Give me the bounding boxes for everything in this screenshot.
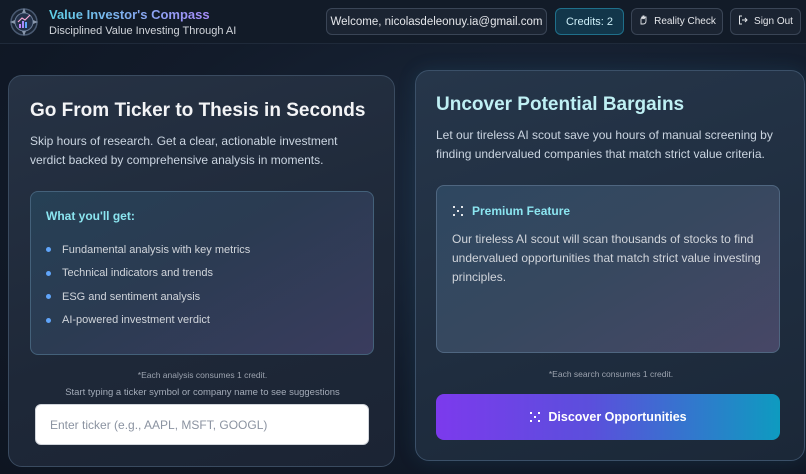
bargains-heading: Uncover Potential Bargains — [436, 94, 685, 115]
analysis-credit-note: *Each analysis consumes 1 credit. — [137, 370, 268, 380]
analysis-description: Skip hours of research. Get a clear, act… — [30, 134, 338, 167]
reality-check-label: Reality Check — [654, 16, 716, 27]
list-item: ESG and sentiment analysis — [46, 285, 250, 309]
sign-out-label: Sign Out — [754, 16, 793, 27]
bullet-dot-icon — [46, 270, 51, 276]
app-subtitle: Disciplined Value Investing Through AI — [49, 25, 237, 37]
app-header: Value Investor's Compass Disciplined Val… — [0, 0, 806, 44]
bullet-dot-icon — [46, 294, 51, 300]
feature-text: Fundamental analysis with key metrics — [62, 243, 251, 256]
sparkle-icon — [453, 206, 463, 216]
premium-title: Premium Feature — [452, 204, 570, 218]
ticker-hint: Start typing a ticker symbol or company … — [65, 387, 340, 398]
sign-out-button[interactable]: Sign Out — [730, 8, 801, 35]
credits-badge: Credits: 2 — [555, 8, 624, 35]
discover-button-label: Discover Opportunities — [548, 410, 687, 424]
discover-opportunities-button[interactable]: Discover Opportunities — [436, 394, 780, 440]
list-item: Technical indicators and trends — [46, 262, 250, 286]
feature-text: Technical indicators and trends — [62, 267, 214, 280]
bullet-dot-icon — [46, 317, 51, 323]
premium-feature-box: Premium Feature Our tireless AI scout wi… — [436, 185, 780, 353]
list-item: AI-powered investment verdict — [46, 309, 250, 333]
premium-title-text: Premium Feature — [472, 204, 571, 218]
hand-icon — [638, 15, 648, 28]
search-credit-note: *Each search consumes 1 credit. — [548, 369, 674, 379]
welcome-user-badge: Welcome, nicolasdeleonuy.ia@gmail.com — [326, 8, 547, 35]
feature-text: ESG and sentiment analysis — [62, 290, 201, 303]
sparkle-icon — [530, 412, 541, 422]
features-list: Fundamental analysis with key metrics Te… — [46, 238, 250, 332]
app-title: Value Investor's Compass — [49, 7, 210, 22]
reality-check-button[interactable]: Reality Check — [631, 8, 723, 35]
feature-text: AI-powered investment verdict — [62, 314, 210, 327]
bargains-card: Uncover Potential Bargains Let our tirel… — [415, 70, 805, 461]
analysis-heading: Go From Ticker to Thesis in Seconds — [30, 100, 366, 121]
features-box: What you'll get: Fundamental analysis wi… — [30, 191, 374, 355]
features-title: What you'll get: — [46, 209, 135, 223]
welcome-text: Welcome, nicolasdeleonuy.ia@gmail.com — [330, 15, 543, 28]
compass-chart-logo-icon[interactable] — [9, 7, 39, 37]
list-item: Fundamental analysis with key metrics — [46, 238, 250, 262]
bargains-description: Let our tireless AI scout save you hours… — [436, 128, 773, 161]
ticker-analysis-card: Go From Ticker to Thesis in Seconds Skip… — [8, 75, 395, 467]
ticker-input[interactable] — [35, 404, 369, 445]
premium-description: Our tireless AI scout will scan thousand… — [452, 232, 761, 284]
bullet-dot-icon — [46, 247, 51, 253]
credits-text: Credits: 2 — [565, 15, 614, 28]
sign-out-icon — [738, 15, 748, 28]
